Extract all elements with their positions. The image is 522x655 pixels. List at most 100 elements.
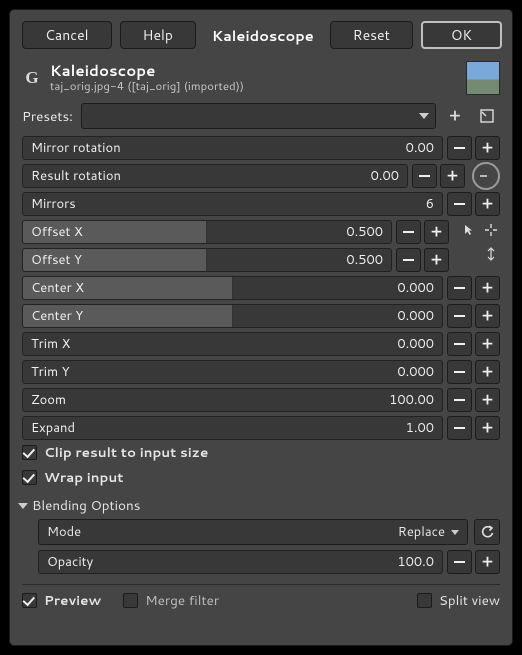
offset-y-slider[interactable]: Offset Y 0.500	[22, 248, 392, 272]
blend-mode-combo[interactable]: Mode Replace	[38, 519, 468, 545]
angle-dial-button[interactable]	[472, 162, 500, 190]
parameters-panel: Mirror rotation 0.00 + Result rotation 0…	[10, 133, 512, 440]
increment-button[interactable]: +	[475, 332, 500, 356]
param-value: 0.000	[397, 279, 434, 297]
increment-button[interactable]: +	[424, 248, 449, 272]
plus-icon: +	[482, 140, 493, 156]
decrement-button[interactable]	[447, 136, 472, 160]
minus-icon	[419, 175, 430, 177]
param-label: Opacity	[39, 553, 93, 571]
plus-icon: +	[482, 196, 493, 212]
opacity-row: Opacity 100.0 +	[38, 549, 500, 574]
increment-button[interactable]: +	[475, 416, 500, 440]
param-label: Trim X	[23, 335, 70, 353]
decrement-button[interactable]	[447, 360, 472, 384]
plus-icon: +	[482, 336, 493, 352]
center-x-slider[interactable]: Center X 0.000	[22, 276, 443, 300]
presets-row: Presets: +	[10, 103, 512, 129]
decrement-button[interactable]	[447, 192, 472, 216]
increment-button[interactable]: +	[475, 192, 500, 216]
decrement-button[interactable]	[447, 304, 472, 328]
param-label: Center X	[23, 279, 84, 297]
result-rotation-slider[interactable]: Result rotation 0.00	[22, 164, 408, 188]
decrement-button[interactable]	[412, 164, 437, 188]
decrement-button[interactable]	[396, 220, 421, 244]
gegl-icon: G	[22, 68, 42, 88]
opacity-slider[interactable]: Opacity 100.0	[38, 550, 443, 574]
save-preset-button[interactable]	[474, 103, 500, 129]
mirror-rotation-slider[interactable]: Mirror rotation 0.00	[22, 136, 443, 160]
center-y-slider[interactable]: Center Y 0.000	[22, 304, 443, 328]
wrap-input-checkbox[interactable]	[22, 470, 37, 485]
trim-y-slider[interactable]: Trim Y 0.000	[22, 360, 443, 384]
reset-blend-mode-button[interactable]	[474, 519, 500, 545]
presets-combo[interactable]	[81, 103, 436, 129]
param-label: Offset Y	[23, 251, 82, 269]
decrement-button[interactable]	[447, 332, 472, 356]
split-view-label: Split view	[439, 591, 500, 610]
minus-icon	[454, 343, 465, 345]
ok-button[interactable]: OK	[421, 21, 502, 49]
cancel-button[interactable]: Cancel	[22, 21, 112, 49]
decrement-button[interactable]	[447, 276, 472, 300]
help-button[interactable]: Help	[120, 21, 196, 49]
increment-button[interactable]: +	[475, 550, 500, 574]
filter-name-label: Kaleidoscope	[212, 21, 314, 49]
kaleidoscope-dialog: Cancel Help Kaleidoscope Reset OK G Kale…	[9, 9, 513, 646]
preview-checkbox[interactable]	[22, 593, 37, 608]
pick-on-canvas-button[interactable]	[460, 221, 478, 239]
increment-button[interactable]: +	[475, 388, 500, 412]
center-target-icon	[484, 223, 498, 237]
clip-result-checkbox[interactable]	[22, 445, 37, 460]
zoom-slider[interactable]: Zoom 100.00	[22, 388, 443, 412]
param-value: 0.500	[346, 223, 383, 241]
reset-button[interactable]: Reset	[330, 21, 413, 49]
minus-icon	[403, 231, 414, 233]
param-label: Trim Y	[23, 363, 70, 381]
expand-slider[interactable]: Expand 1.00	[22, 416, 443, 440]
preview-thumbnail[interactable]	[466, 61, 500, 95]
decrement-button[interactable]	[447, 416, 472, 440]
expand-dims-button[interactable]	[482, 245, 500, 263]
param-value: 100.00	[389, 391, 434, 409]
param-value: 0.500	[346, 251, 383, 269]
center-y-row: Center Y 0.000 +	[22, 303, 500, 328]
plus-icon: +	[482, 554, 493, 570]
trim-x-slider[interactable]: Trim X 0.000	[22, 332, 443, 356]
increment-button[interactable]: +	[475, 360, 500, 384]
increment-button[interactable]: +	[475, 276, 500, 300]
split-view-checkbox[interactable]	[417, 593, 432, 608]
add-preset-button[interactable]: +	[442, 103, 468, 129]
decrement-button[interactable]	[447, 388, 472, 412]
increment-button[interactable]: +	[440, 164, 465, 188]
clip-result-row[interactable]: Clip result to input size	[10, 440, 512, 465]
trim-x-row: Trim X 0.000 +	[22, 331, 500, 356]
param-value: 100.0	[397, 553, 434, 571]
decrement-button[interactable]	[396, 248, 421, 272]
blend-mode-value: Replace	[398, 523, 445, 541]
minus-icon	[454, 315, 465, 317]
center-target-button[interactable]	[482, 221, 500, 239]
increment-button[interactable]: +	[424, 220, 449, 244]
offset-x-row: Offset X 0.500 +	[22, 219, 449, 244]
param-value: 0.00	[406, 139, 434, 157]
increment-button[interactable]: +	[475, 136, 500, 160]
mirrors-slider[interactable]: Mirrors 6	[22, 192, 443, 216]
increment-button[interactable]: +	[475, 304, 500, 328]
minus-icon	[454, 561, 465, 563]
chevron-down-icon	[18, 503, 28, 509]
plus-icon: +	[482, 420, 493, 436]
wrap-input-label: Wrap input	[44, 468, 123, 487]
wrap-input-row[interactable]: Wrap input	[10, 465, 512, 490]
reset-mode-icon	[480, 525, 495, 540]
merge-filter-checkbox[interactable]	[123, 593, 138, 608]
param-label: Result rotation	[23, 167, 121, 185]
save-preset-icon	[480, 109, 494, 123]
blending-options-header[interactable]: Blending Options	[10, 490, 512, 517]
offset-x-slider[interactable]: Offset X 0.500	[22, 220, 392, 244]
plus-icon: +	[482, 364, 493, 380]
clip-result-label: Clip result to input size	[44, 443, 208, 462]
param-value: 0.000	[397, 335, 434, 353]
decrement-button[interactable]	[447, 550, 472, 574]
plus-icon: +	[482, 308, 493, 324]
